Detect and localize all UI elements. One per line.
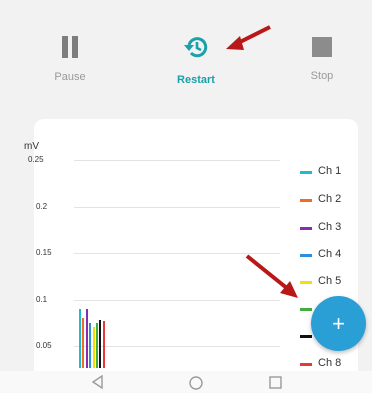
bar-ch7 [99,319,102,368]
history-icon [184,37,208,58]
restart-label: Restart [177,74,215,86]
gridline [74,206,280,208]
legend-item-ch5: Ch 5 [300,275,360,289]
legend-label: Ch 3 [318,221,342,233]
bar-ch8 [102,320,105,368]
bar-ch1 [79,308,81,368]
back-triangle-icon[interactable] [88,374,108,390]
legend-swatch [300,335,312,338]
annotation-arrow-restart [226,25,271,50]
gridline [74,160,280,161]
legend-item-ch4: Ch 4 [300,248,360,262]
legend-swatch [300,363,312,366]
legend-item-ch3: Ch 3 [300,221,360,235]
legend-label: Ch 2 [318,193,342,205]
stop-label: Stop [310,70,334,82]
control-toolbar: Pause Restart Stop [0,0,372,110]
add-fab-button[interactable]: + [311,296,366,351]
recents-square-icon[interactable] [266,374,286,390]
y-tick-label: 0.2 [36,201,48,211]
bar-ch5 [92,327,95,368]
bar-ch3 [85,308,88,368]
legend-item-ch8: Ch 8 [300,357,360,371]
stop-button[interactable]: Stop [282,36,362,82]
legend-label: Ch 4 [318,248,342,260]
legend-swatch [300,199,312,202]
plus-icon: + [332,311,345,336]
bar-ch2 [82,318,85,368]
home-circle-icon[interactable] [186,374,206,390]
y-tick-label: 0.1 [36,294,48,304]
legend-label: Ch 1 [318,165,342,177]
pause-label: Pause [54,71,86,83]
annotation-arrow-fab [245,254,298,298]
legend-swatch [300,171,312,174]
legend-item-ch1: Ch 1 [300,165,360,179]
bar-ch6 [96,322,98,368]
system-nav-bar [0,371,372,393]
stop-icon [312,37,332,57]
bar-ch4 [89,322,92,368]
y-tick-label: 0.05 [36,341,52,350]
y-axis-unit: mV [24,141,39,152]
gridline [74,346,280,347]
y-tick-label: 0.25 [28,155,44,164]
pause-icon [59,36,81,58]
legend-item-ch2: Ch 2 [300,193,360,207]
y-tick-label: 0.15 [36,248,52,257]
pause-button[interactable]: Pause [30,36,110,83]
legend-swatch [300,308,312,311]
legend-swatch [300,227,312,230]
legend-label: Ch 5 [318,275,342,287]
legend-label: Ch 8 [318,357,342,369]
